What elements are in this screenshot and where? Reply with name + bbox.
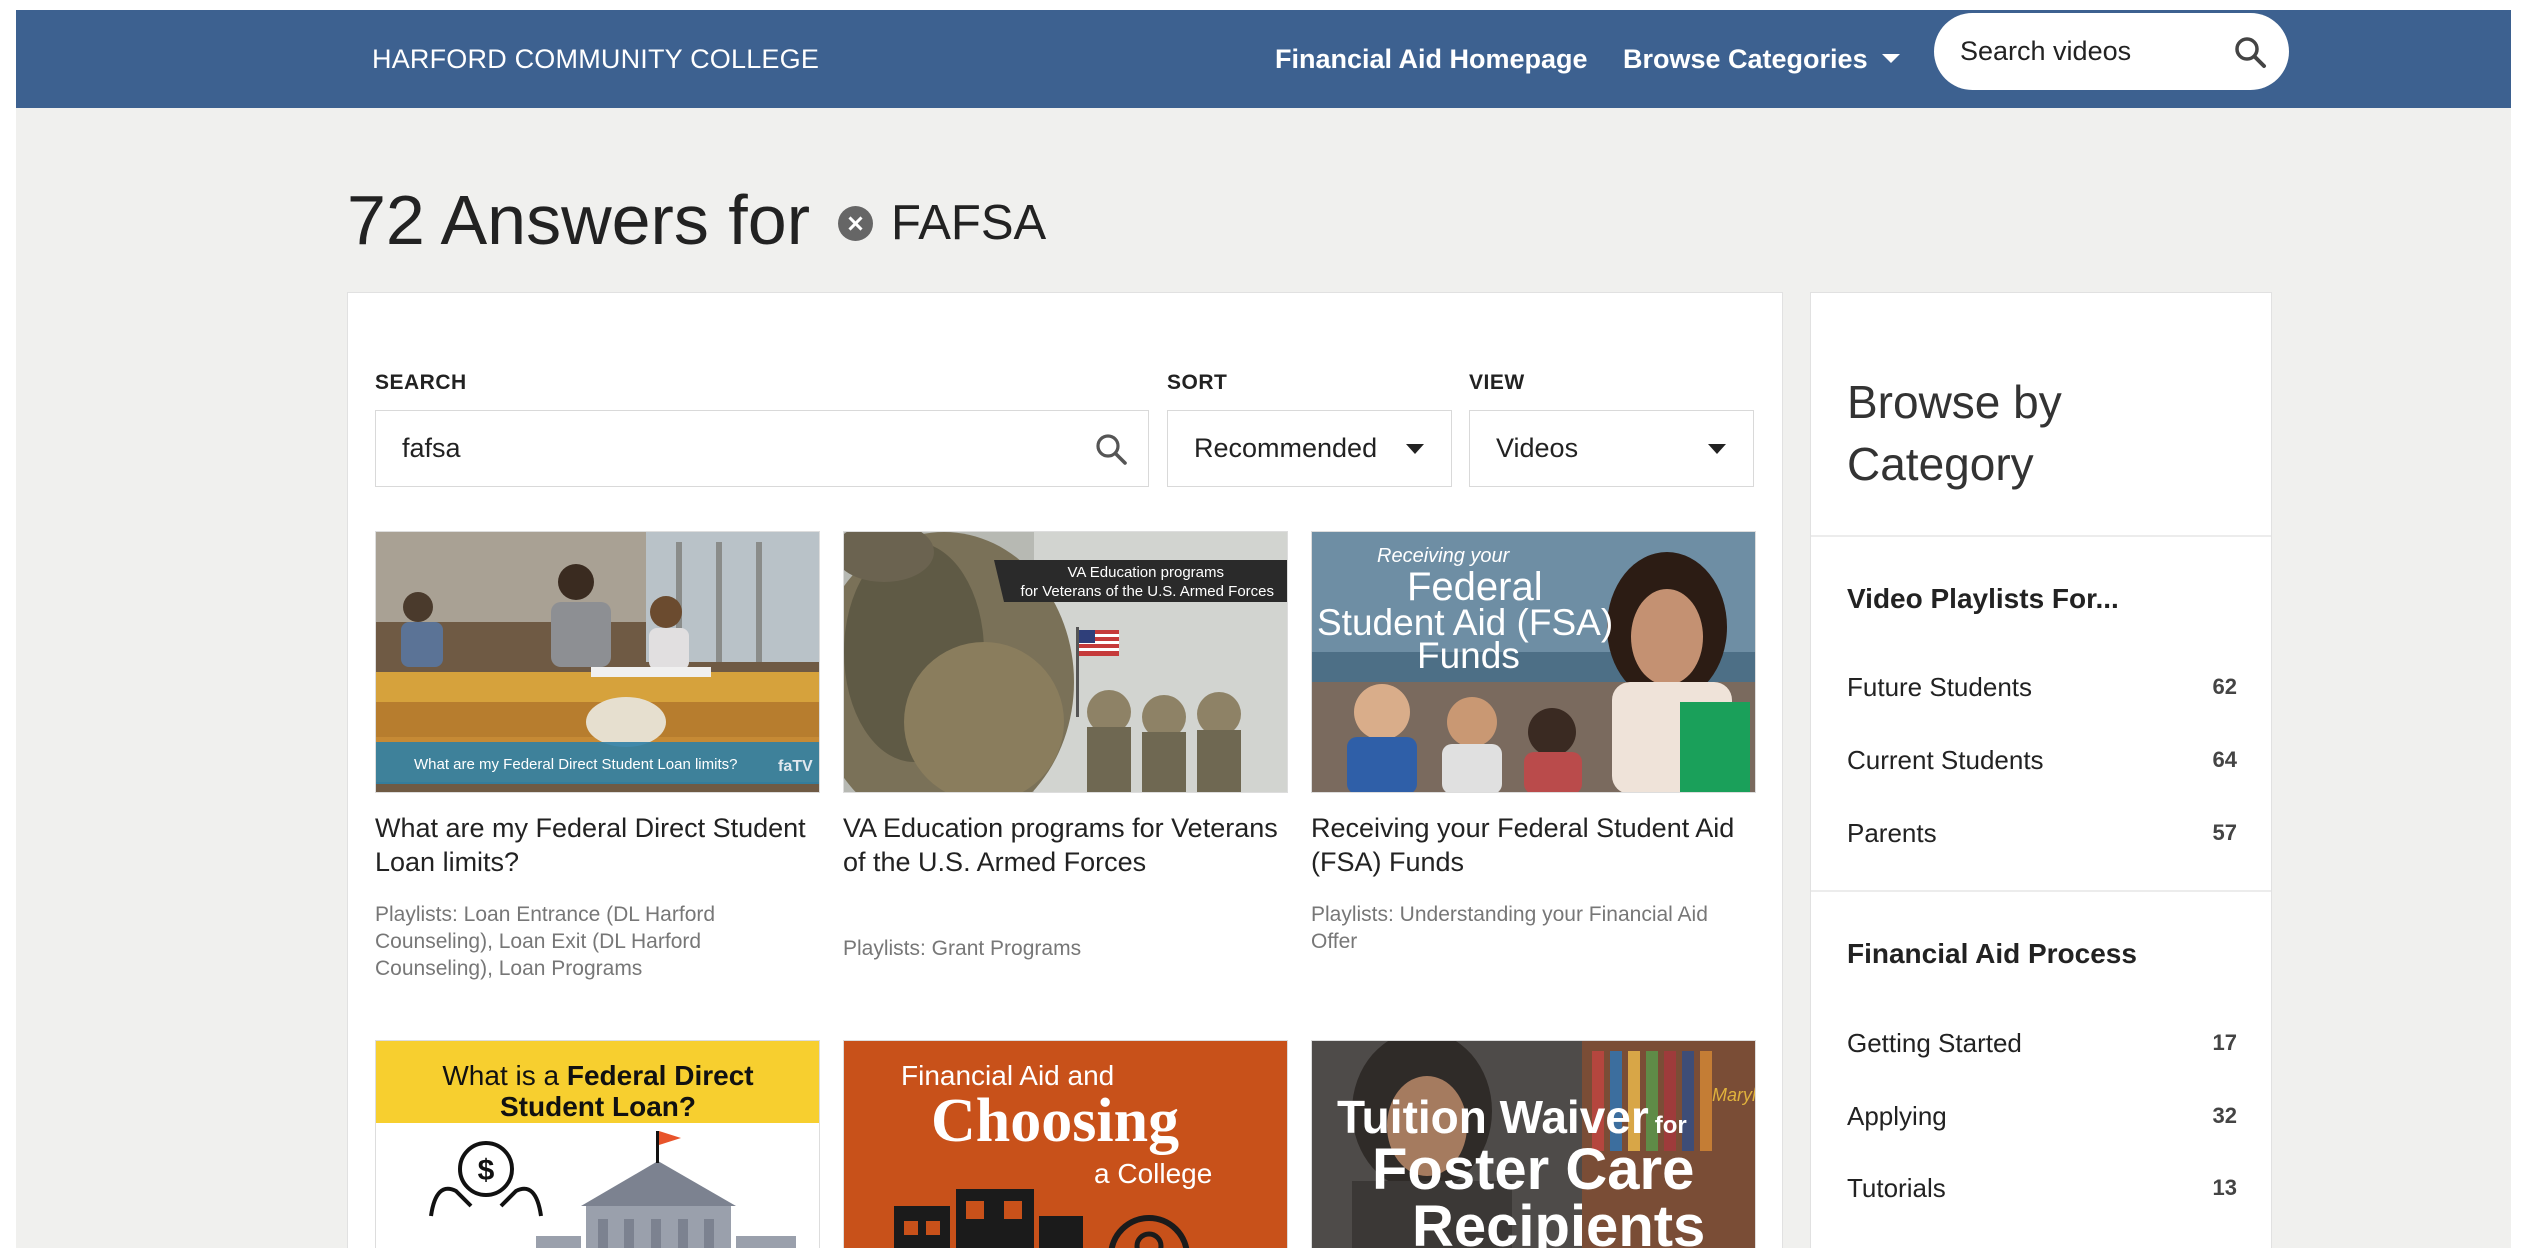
fatv-logo: faTV — [778, 758, 813, 775]
filter-term: FAFSA — [891, 196, 1047, 250]
search-label: SEARCH — [375, 371, 467, 394]
category-label: Tutorials — [1847, 1173, 1946, 1203]
video-title[interactable]: What are my Federal Direct Student Loan … — [375, 811, 820, 879]
thumbnail-line1-bold: Federal Direct — [567, 1060, 754, 1091]
category-label: Current Students — [1847, 745, 2044, 775]
section-heading-video-playlists: Video Playlists For... — [1847, 583, 2119, 614]
category-label: Future Students — [1847, 672, 2032, 702]
video-thumbnail[interactable]: Receiving your Federal Student Aid (FSA)… — [1311, 531, 1756, 793]
category-label: Getting Started — [1847, 1028, 2022, 1058]
category-sidebar: Browse by Category Video Playlists For..… — [1810, 292, 2272, 1248]
sort-label: SORT — [1167, 371, 1228, 394]
chevron-down-icon — [1881, 54, 1900, 64]
video-title[interactable]: Receiving your Federal Student Aid (FSA)… — [1311, 811, 1756, 879]
divider — [1811, 535, 2271, 537]
college-brand[interactable]: HARFORD COMMUNITY COLLEGE — [372, 10, 819, 108]
thumbnail-caption: What are my Federal Direct Student Loan … — [414, 756, 737, 773]
results-panel: SEARCH SORT VIEW Recommended Videos — [347, 292, 1783, 1248]
header-search-input[interactable] — [1960, 13, 2220, 90]
sidebar-item-tutorials[interactable]: Tutorials 13 — [1847, 1173, 2237, 1213]
results-count: 72 Answers for — [347, 181, 810, 259]
thumbnail-line4: Funds — [1417, 635, 1520, 676]
video-playlists: Playlists: Grant Programs — [843, 937, 1082, 960]
thumbnail-line3: Recipients — [1412, 1194, 1705, 1248]
thumbnail-line3: a College — [1094, 1158, 1212, 1189]
thumbnail-tag: Maryland — [1712, 1085, 1756, 1105]
svg-text:Tuition Waiverfor: Tuition Waiver for — [1337, 1091, 1687, 1143]
thumbnail-line2: Choosing — [931, 1087, 1179, 1155]
filter-chip[interactable]: FAFSA — [838, 195, 1046, 251]
student-aid-image: Receiving your Federal Student Aid (FSA)… — [1312, 532, 1755, 792]
top-navigation-bar: HARFORD COMMUNITY COLLEGE Financial Aid … — [16, 10, 2511, 108]
results-heading: 72 Answers for FAFSA — [347, 175, 1046, 265]
video-thumbnail[interactable]: What is a Federal Direct Student Loan? $ — [375, 1040, 820, 1248]
category-count: 62 — [2212, 674, 2237, 699]
video-playlists: Playlists: Understanding your Financial … — [1311, 903, 1708, 953]
category-label: Applying — [1847, 1101, 1947, 1131]
thumbnail-line1: Receiving your — [1377, 545, 1511, 567]
video-playlists: Playlists: Loan Entrance (DL Harford Cou… — [375, 903, 716, 980]
category-count: 17 — [2212, 1030, 2237, 1055]
chevron-down-icon — [1708, 444, 1726, 454]
veterans-image: VA Education programs for Veterans of th… — [844, 532, 1287, 792]
video-thumbnail[interactable]: Financial Aid and Choosing a College — [843, 1040, 1288, 1248]
header-search-box — [1934, 13, 2289, 90]
thumbnail-line2: Foster Care — [1372, 1137, 1694, 1202]
sidebar-title: Browse by Category — [1847, 376, 2062, 490]
section-heading-financial-aid-process: Financial Aid Process — [1847, 938, 2137, 969]
browse-categories-label: Browse Categories — [1623, 44, 1868, 74]
thumbnail-line2: Student Loan? — [500, 1091, 696, 1122]
sidebar-item-future-students[interactable]: Future Students 62 — [1847, 672, 2237, 712]
search-field — [375, 410, 1149, 487]
sidebar-item-applying[interactable]: Applying 32 — [1847, 1101, 2237, 1141]
sort-value: Recommended — [1194, 433, 1378, 463]
library-study-image: What are my Federal Direct Student Loan … — [376, 532, 819, 792]
federal-loan-graphic: What is a Federal Direct Student Loan? $ — [376, 1041, 819, 1248]
category-count: 64 — [2212, 747, 2237, 772]
svg-text:$: $ — [478, 1154, 495, 1187]
thumbnail-banner-line1: VA Education programs — [1068, 564, 1224, 581]
search-icon[interactable] — [2233, 35, 2267, 69]
video-thumbnail[interactable]: What are my Federal Direct Student Loan … — [375, 531, 820, 793]
thumbnail-line1-prefix: What is a — [442, 1060, 566, 1091]
sort-select[interactable]: Recommended — [1167, 410, 1452, 487]
sidebar-item-current-students[interactable]: Current Students 64 — [1847, 745, 2237, 785]
divider — [1811, 890, 2271, 892]
choosing-college-graphic: Financial Aid and Choosing a College — [844, 1041, 1287, 1248]
svg-text:What is a Federal Direct: What is a Federal Direct — [442, 1060, 753, 1091]
thumbnail-banner-line2: for Veterans of the U.S. Armed Forces — [1021, 583, 1274, 600]
video-thumbnail[interactable]: Maryland Tuition Waiverfor Foster Care R… — [1311, 1040, 1756, 1248]
view-value: Videos — [1496, 433, 1579, 463]
category-count: 32 — [2212, 1103, 2237, 1128]
financial-aid-homepage-link[interactable]: Financial Aid Homepage — [1275, 10, 1588, 108]
view-label: VIEW — [1469, 371, 1525, 394]
category-count: 13 — [2212, 1175, 2237, 1200]
sidebar-item-getting-started[interactable]: Getting Started 17 — [1847, 1028, 2237, 1068]
tuition-waiver-image: Maryland Tuition Waiverfor Foster Care R… — [1312, 1041, 1756, 1248]
video-title[interactable]: VA Education programs for Veterans of th… — [843, 811, 1288, 879]
browser-viewport: HARFORD COMMUNITY COLLEGE Financial Aid … — [16, 10, 2511, 1248]
category-label: Parents — [1847, 818, 1937, 848]
view-select[interactable]: Videos — [1469, 410, 1754, 487]
category-count: 57 — [2212, 820, 2237, 845]
browse-categories-dropdown[interactable]: Browse Categories — [1623, 10, 1900, 108]
chevron-down-icon — [1406, 444, 1424, 454]
close-circle-icon[interactable] — [838, 205, 873, 241]
thumbnail-line1: Tuition Waiver — [1337, 1091, 1649, 1143]
search-input[interactable] — [402, 411, 1042, 486]
thumbnail-line1-small: for — [1655, 1112, 1687, 1139]
sidebar-item-parents[interactable]: Parents 57 — [1847, 818, 2237, 858]
search-icon[interactable] — [1094, 432, 1128, 466]
video-thumbnail[interactable]: VA Education programs for Veterans of th… — [843, 531, 1288, 793]
